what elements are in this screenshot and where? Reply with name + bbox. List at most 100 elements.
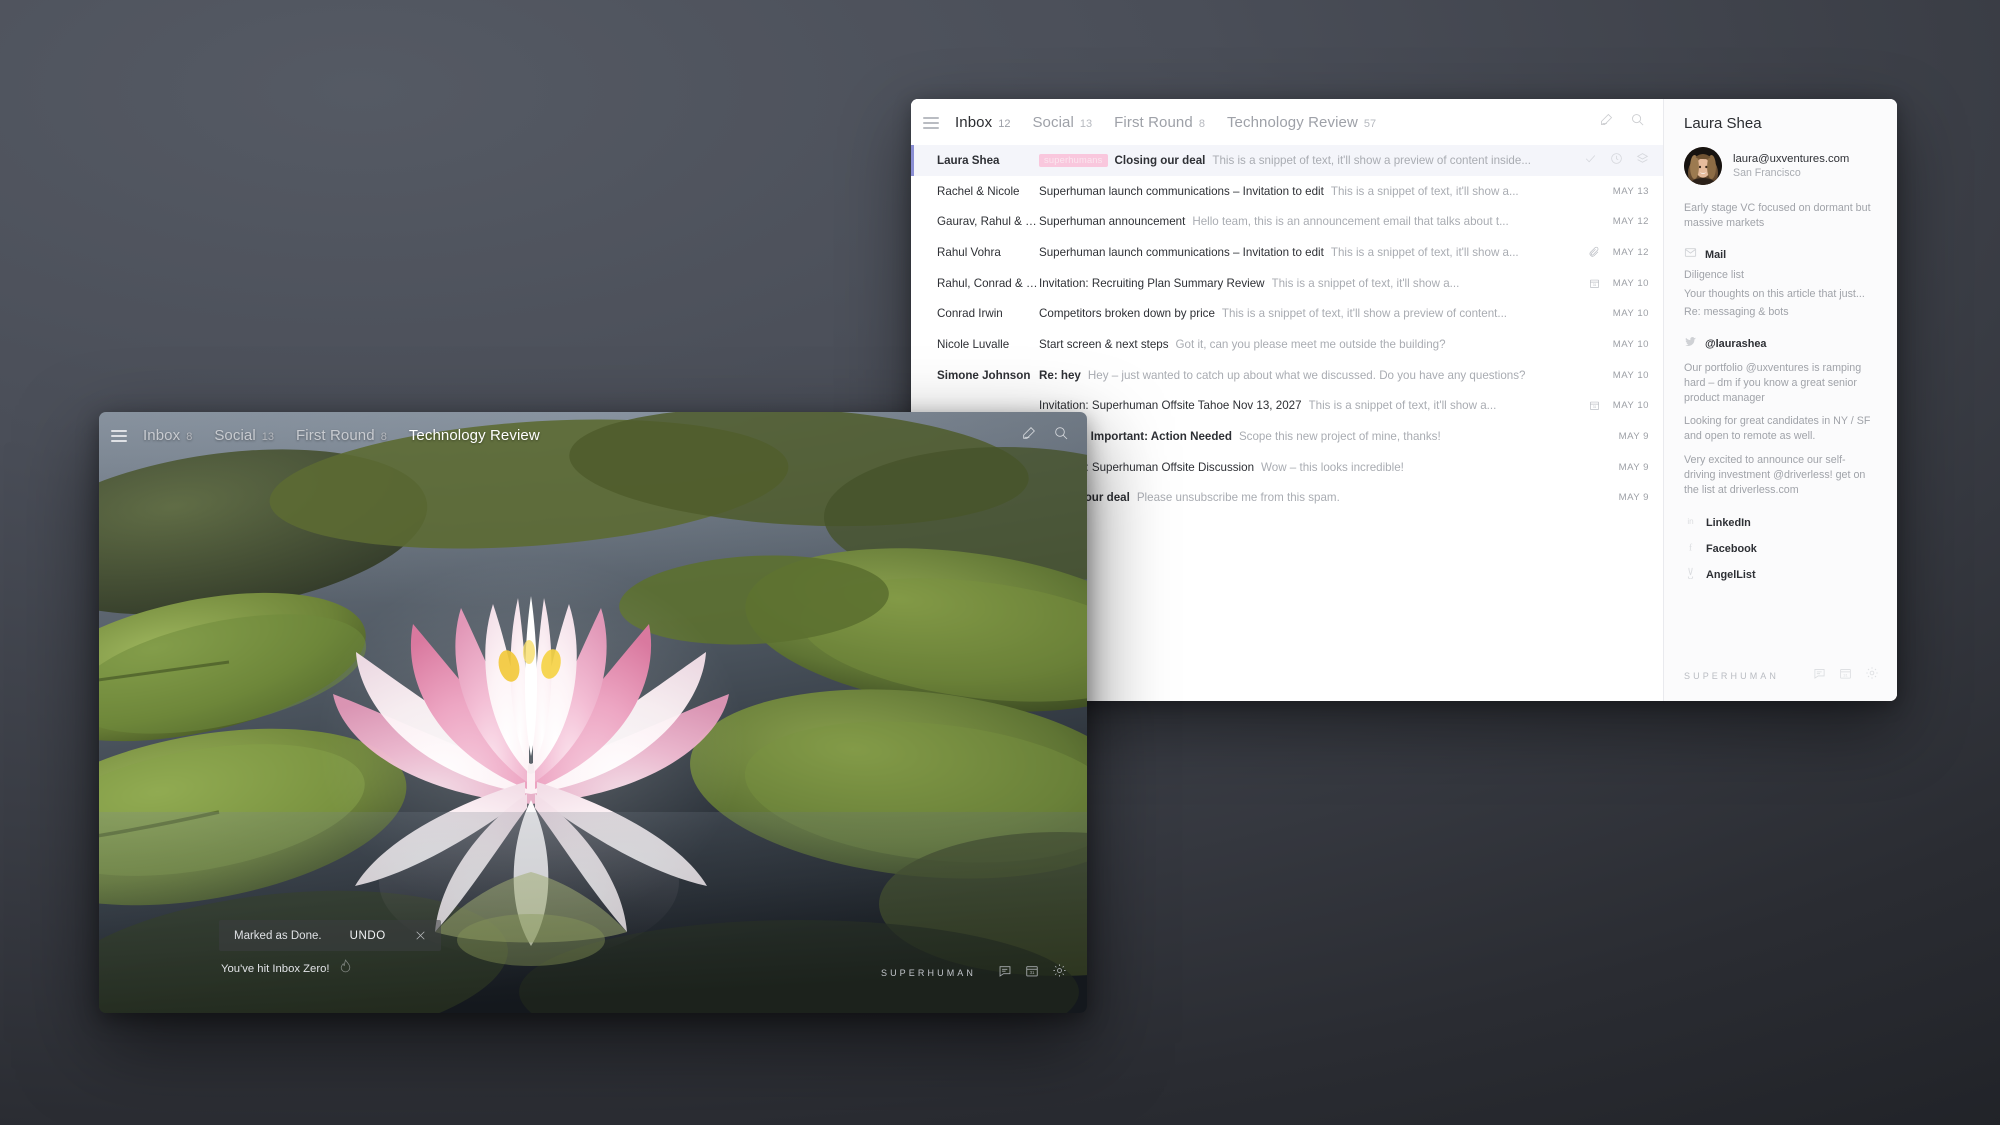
contact-location: San Francisco (1733, 167, 1849, 179)
envelope-icon (1684, 246, 1697, 264)
email-date: MAY 9 (1605, 492, 1663, 503)
clock-icon[interactable] (1610, 152, 1623, 168)
tab-technology-review-count: 57 (1364, 118, 1376, 130)
check-icon[interactable] (1584, 152, 1597, 168)
tab-technology-review-label: Technology Review (409, 427, 540, 444)
tab-social-label: Social (214, 427, 255, 444)
facebook-icon: f (1684, 540, 1697, 558)
table-row[interactable]: Conrad Irwin Competitors broken down by … (911, 298, 1663, 329)
search-icon[interactable] (1630, 112, 1645, 132)
email-snippet: This is a snippet of text, it'll show a.… (1331, 246, 1519, 259)
mail-thread[interactable]: Re: messaging & bots (1664, 301, 1897, 319)
email-snippet: Please unsubscribe me from this spam. (1137, 491, 1340, 504)
search-icon[interactable] (1053, 425, 1069, 446)
social-link-linkedin[interactable]: in LinkedIn (1664, 498, 1897, 532)
mail-section-header: Mail (1664, 231, 1897, 264)
tab-social-count: 13 (262, 431, 274, 443)
email-body: contract Important: Action Needed Scope … (1039, 430, 1583, 443)
table-row[interactable]: Simone Johnson Re: hey Hey – just wanted… (911, 360, 1663, 391)
email-date: MAY 13 (1605, 186, 1663, 197)
row-accent (911, 298, 914, 329)
email-subject: Superhuman launch communications – Invit… (1039, 246, 1324, 259)
tab-first-round-label: First Round (1114, 114, 1193, 131)
email-subject: Competitors broken down by price (1039, 307, 1215, 320)
angellist-label: AngelList (1706, 569, 1756, 581)
table-row[interactable]: Gaurav, Rahul & Conrad Superhuman announ… (911, 206, 1663, 237)
hamburger-menu-icon[interactable] (923, 117, 939, 129)
email-label-superhumans[interactable]: superhumans (1039, 154, 1108, 167)
email-snippet: Hey – just wanted to catch up about what… (1088, 369, 1526, 382)
tab-social-count: 13 (1080, 118, 1092, 130)
email-date: MAY 10 (1605, 339, 1663, 350)
svg-text:31: 31 (1592, 405, 1596, 409)
tweet: Looking for great candidates in NY / SF … (1664, 406, 1897, 444)
table-row[interactable]: Nicole Luvalle Start screen & next steps… (911, 329, 1663, 360)
email-date: MAY 10 (1605, 278, 1663, 289)
contact-identity: laura@uxventures.com San Francisco (1664, 147, 1897, 185)
tab-first-round-count: 8 (1199, 118, 1205, 130)
social-link-facebook[interactable]: f Facebook (1664, 532, 1897, 558)
table-row[interactable]: Rahul, Conrad & Vivek Invitation: Recrui… (911, 268, 1663, 299)
tab-inbox[interactable]: Inbox 8 (143, 427, 192, 444)
tab-first-round[interactable]: First Round 8 (1114, 114, 1205, 131)
email-sender: Rahul Vohra (911, 246, 1039, 259)
hamburger-menu-icon[interactable] (111, 430, 127, 442)
calendar-icon[interactable]: 31 (1839, 667, 1852, 685)
undo-toast: Marked as Done. UNDO (219, 920, 441, 951)
email-subject: Superhuman launch communications – Invit… (1039, 185, 1324, 198)
email-snippet: This is a snippet of text, it'll show a.… (1309, 399, 1497, 412)
flame-icon (339, 959, 352, 979)
mail-thread[interactable]: Your thoughts on this article that just.… (1664, 283, 1897, 301)
settings-gear-icon[interactable] (1052, 963, 1067, 983)
stack-icon[interactable] (1636, 152, 1649, 168)
sidebar-footer: SUPERHUMAN 31 (1664, 666, 1897, 701)
email-snippet: This is a snippet of text, it'll show a … (1212, 154, 1531, 167)
email-sender: Conrad Irwin (911, 307, 1039, 320)
email-body: Invitation: Recruiting Plan Summary Revi… (1039, 277, 1583, 290)
table-row[interactable]: Rachel & Nicole Superhuman launch commun… (911, 176, 1663, 207)
settings-gear-icon[interactable] (1865, 666, 1879, 685)
social-link-angellist[interactable]: AngelList (1664, 558, 1897, 584)
tab-first-round[interactable]: First Round 8 (296, 427, 387, 444)
email-subject: Re: hey (1039, 369, 1081, 382)
tab-technology-review[interactable]: Technology Review (409, 427, 546, 444)
table-row[interactable]: Rahul Vohra Superhuman launch communicat… (911, 237, 1663, 268)
email-body: Superhuman launch communications – Invit… (1039, 185, 1583, 198)
tweet: Our portfolio @uxventures is ramping har… (1664, 353, 1897, 407)
row-accent (911, 268, 914, 299)
tab-first-round-count: 8 (381, 431, 387, 443)
feedback-icon[interactable] (1813, 667, 1826, 685)
calendar-icon[interactable]: 31 (1025, 964, 1039, 983)
tab-technology-review-label: Technology Review (1227, 114, 1358, 131)
back-window-header: Inbox 12 Social 13 First Round 8 Technol… (911, 99, 1663, 145)
close-x-icon[interactable] (414, 929, 427, 942)
twitter-section-header: @laurashea (1664, 320, 1897, 353)
toast-message: Marked as Done. (234, 930, 322, 942)
compose-pencil-icon[interactable] (1599, 112, 1614, 132)
tab-social-label: Social (1032, 114, 1073, 131)
email-subject: Start screen & next steps (1039, 338, 1169, 351)
row-accent (911, 206, 914, 237)
tab-social[interactable]: Social 13 (214, 427, 274, 444)
tab-technology-review[interactable]: Technology Review 57 (1227, 114, 1376, 131)
mail-thread[interactable]: Diligence list (1664, 264, 1897, 282)
linkedin-label: LinkedIn (1706, 517, 1751, 529)
tab-inbox-count: 8 (186, 431, 192, 443)
email-sender: Rahul, Conrad & Vivek (911, 277, 1039, 290)
contact-contact-info: laura@uxventures.com San Francisco (1733, 153, 1849, 179)
tab-social[interactable]: Social 13 (1032, 114, 1092, 131)
feedback-icon[interactable] (998, 964, 1012, 983)
twitter-handle[interactable]: @laurashea (1705, 338, 1766, 350)
tab-inbox-label: Inbox (143, 427, 180, 444)
contact-email[interactable]: laura@uxventures.com (1733, 153, 1849, 165)
email-date: MAY 10 (1605, 370, 1663, 381)
undo-button[interactable]: UNDO (350, 930, 386, 942)
table-row[interactable]: Laura Shea superhumans Closing our deal … (911, 145, 1663, 176)
email-date: MAY 12 (1605, 247, 1663, 258)
row-hover-actions (1584, 152, 1663, 168)
tab-inbox[interactable]: Inbox 12 (955, 114, 1010, 131)
email-subject: Superhuman announcement (1039, 215, 1185, 228)
compose-pencil-icon[interactable] (1021, 425, 1037, 446)
email-sender: Nicole Luvalle (911, 338, 1039, 351)
contact-bio: Early stage VC focused on dormant but ma… (1664, 185, 1897, 231)
